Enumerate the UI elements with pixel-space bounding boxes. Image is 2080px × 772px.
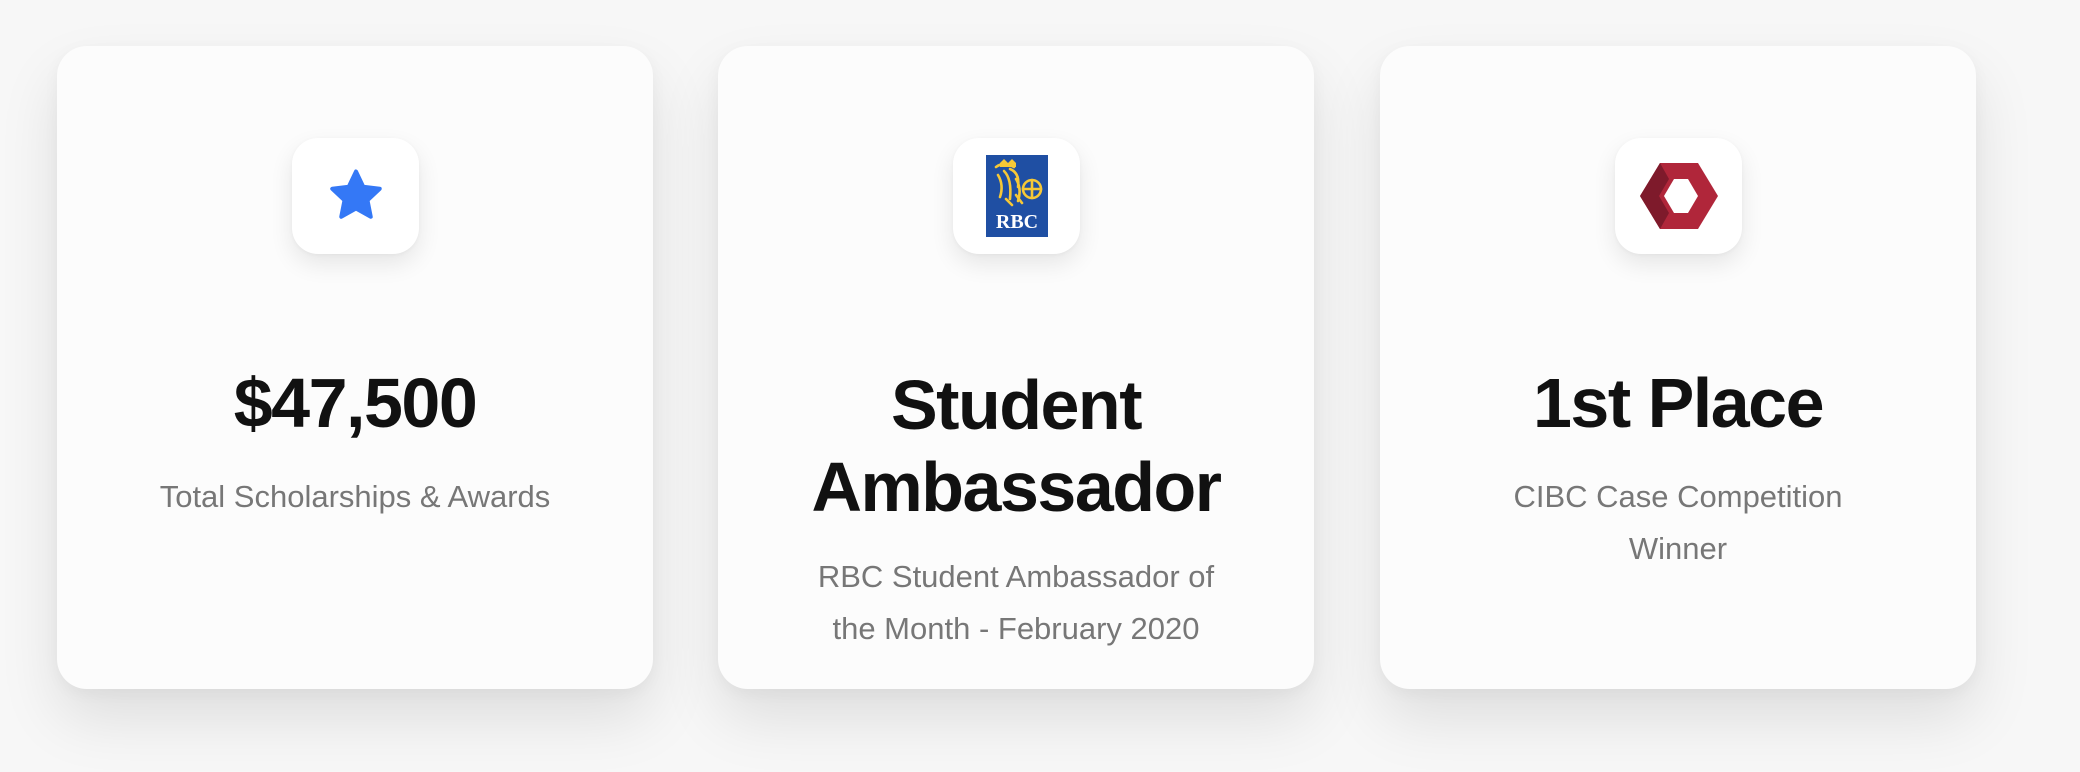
card-title: Student Ambassador — [811, 366, 1222, 526]
rbc-logo-text: RBC — [995, 211, 1037, 233]
card-description: Total Scholarships & Awards — [159, 479, 551, 514]
icon-tile — [292, 138, 419, 254]
achievements-section: $47,500 Total Scholarships & Awards RBC … — [0, 0, 2080, 772]
rbc-logo: RBC — [985, 155, 1048, 237]
icon-tile: RBC — [953, 138, 1080, 254]
card-description: CIBC Case Competition Winner — [1513, 479, 1843, 566]
icon-tile — [1615, 138, 1742, 254]
achievement-card-competition: 1st Place CIBC Case Competition Winner — [1380, 46, 1976, 689]
card-description: RBC Student Ambassador of the Month - Fe… — [817, 559, 1215, 646]
achievement-card-scholarships: $47,500 Total Scholarships & Awards — [57, 46, 653, 689]
cibc-logo — [1639, 163, 1718, 229]
card-title: 1st Place — [1532, 364, 1825, 442]
achievement-card-ambassador: RBC Student Ambassador RBC Student Ambas… — [718, 46, 1314, 689]
card-title: $47,500 — [233, 364, 478, 442]
star-icon — [329, 169, 382, 219]
